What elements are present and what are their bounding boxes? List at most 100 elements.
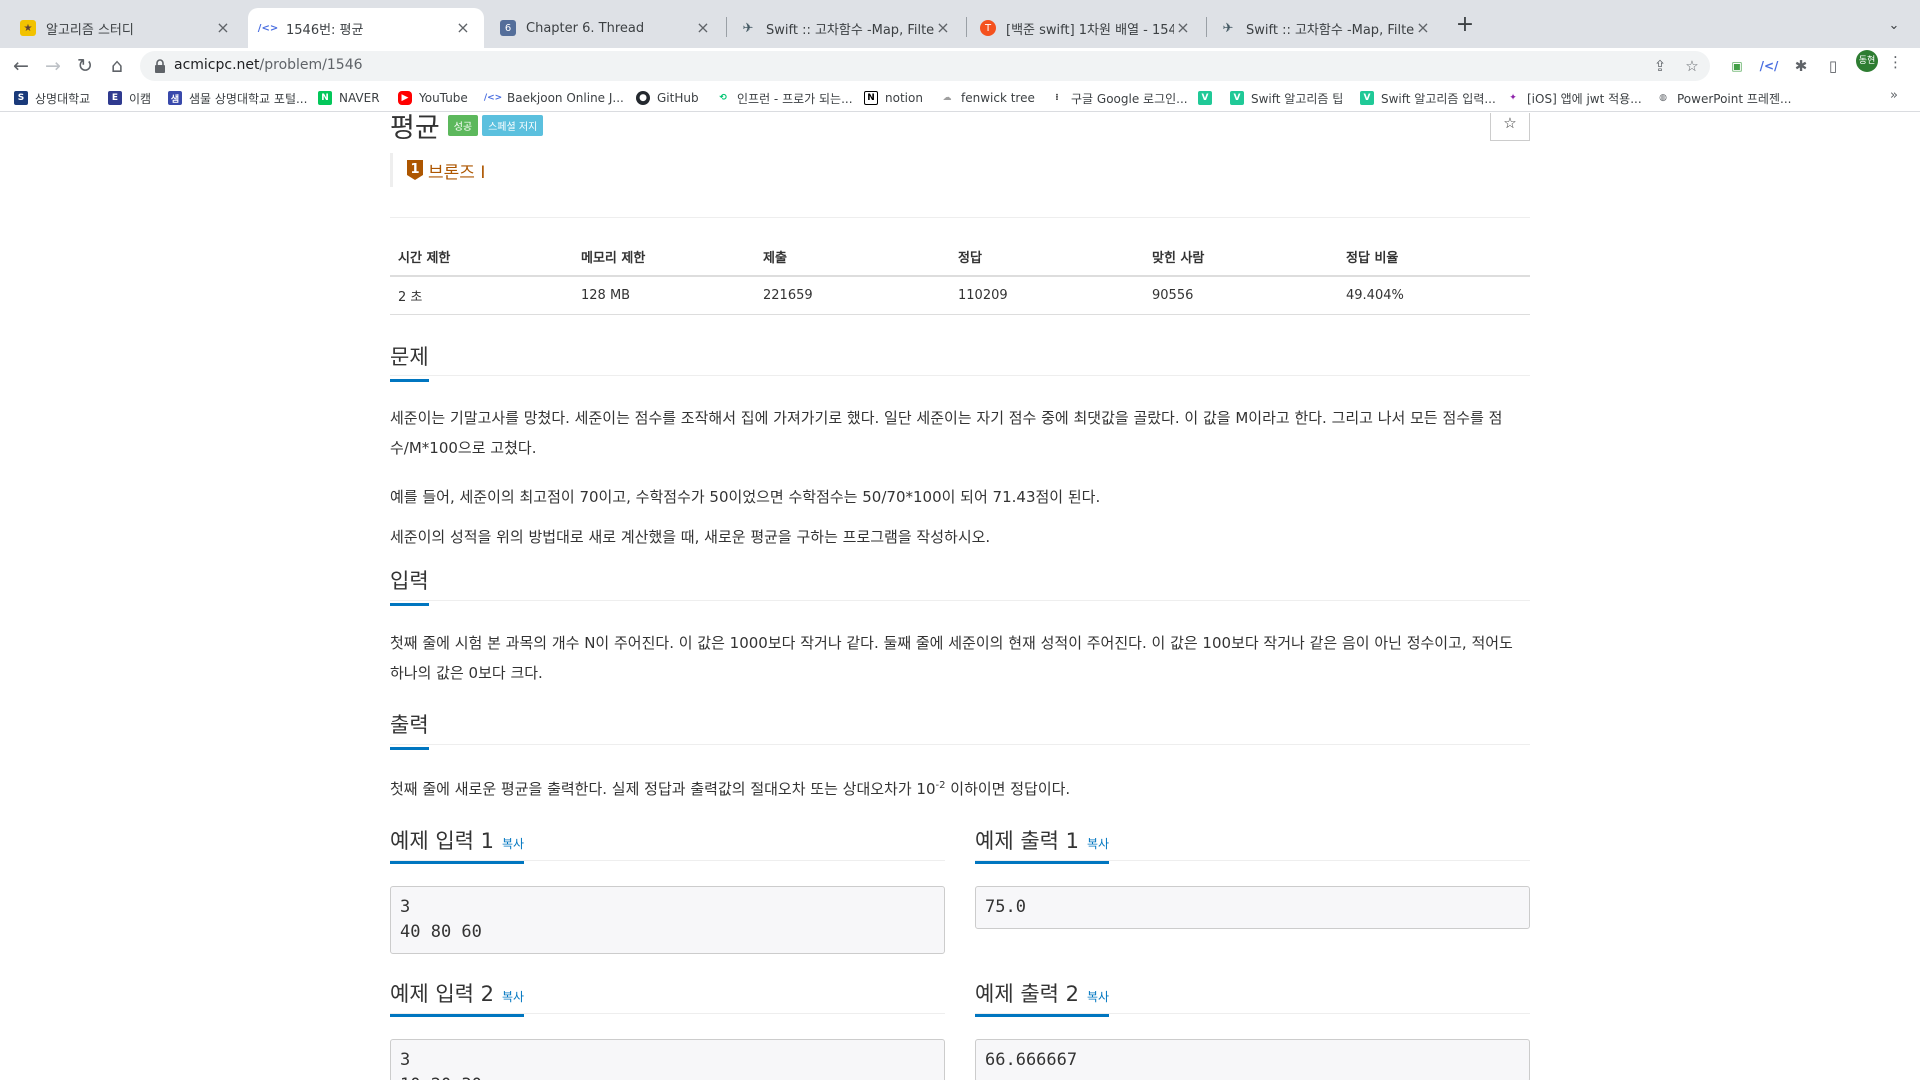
bookmark-label: Baekjoon Online J... [507,91,624,105]
bookmark-label: fenwick tree [961,91,1035,105]
page-title: 평균 [390,113,440,144]
sample-input-1-box[interactable]: 3 40 80 60 [390,886,945,954]
bookmark-item[interactable]: E 이캠 [108,89,151,107]
bookmark-item[interactable]: V Swift 알고리즘 입력... [1360,89,1496,107]
bookmark-item[interactable]: S 상명대학교 [14,89,90,107]
copy-link[interactable]: 복사 [1087,988,1109,1005]
extension-baekjoon-icon[interactable]: /</ [1759,56,1779,76]
close-icon[interactable]: × [934,19,952,37]
table-cell: 128 MB [573,276,755,315]
bookmark-item[interactable]: N NAVER [318,89,380,107]
bookmark-label: Swift 알고리즘 팁 [1251,91,1344,106]
naver-icon: N [318,91,332,105]
output-text: 이하이면 정답이다. [945,780,1071,798]
bookmark-item[interactable]: V Swift 알고리즘 팁 [1230,89,1343,107]
velog-icon: V [1198,91,1212,105]
google-dots-icon: ⁝ [1055,93,1059,103]
reload-icon[interactable]: ↻ [72,53,98,79]
tab-title: Swift :: 고차함수 -Map, Filter, Re [766,22,934,38]
sample-input-2-box[interactable]: 3 10 20 30 [390,1039,945,1080]
tab-title: 1546번: 평균 [286,22,364,38]
velog-icon: V [1360,91,1374,105]
extensions-puzzle-icon[interactable]: ✱ [1791,56,1811,76]
sample-title-text: 예제 입력 1 [390,829,494,853]
bookmark-item[interactable]: ⁝ 구글 Google 로그인... [1050,89,1187,107]
study-favicon: ★ [20,20,36,36]
bookmark-item[interactable]: ✦ [iOS] 앱에 jwt 적용... [1506,89,1641,107]
address-bar[interactable]: acmicpc.net/problem/1546 ⇪ ☆ [140,51,1710,81]
bookmark-label: 샘물 상명대학교 포털... [189,91,308,106]
bookmark-item[interactable]: ◍ PowerPoint 프레젠... [1656,89,1791,107]
close-icon[interactable]: × [694,19,712,37]
description-paragraph: 예를 들어, 세준이의 최고점이 70이고, 수학점수가 50이었으면 수학점수… [390,488,1101,506]
status-badge-special-judge: 스페셜 저지 [482,114,544,136]
bookmark-item[interactable]: ⟲ 인프런 - 프로가 되는... [716,89,852,107]
side-panel-icon[interactable]: ▯ [1823,56,1843,76]
close-icon[interactable]: × [214,19,232,37]
url-text: acmicpc.net/problem/1546 [174,57,363,73]
problem-header: 평균 성공 스페셜 저지 [390,113,547,144]
copy-link[interactable]: 복사 [1087,835,1109,852]
close-icon[interactable]: × [454,19,472,37]
bookmark-item[interactable]: Nnotion [864,89,923,107]
tab-title: [백준 swift] 1차원 배열 - 1546번, [1006,22,1174,38]
fenwick-icon: ☁ [942,93,952,103]
sample-output-1-title: 예제 출력 1 복사 [975,825,1110,864]
bookmark-item[interactable]: ▶ YouTube [398,89,468,107]
tab-swift-map-1[interactable]: ✈ Swift :: 고차함수 -Map, Filter, Re × [728,8,964,48]
smu-icon: S [14,91,28,105]
lock-icon [155,59,165,73]
close-icon[interactable]: × [1414,19,1432,37]
bookmark-star-icon[interactable]: ☆ [1682,56,1702,76]
new-tab-plus-icon[interactable]: + [1451,12,1479,40]
globe-icon: ◍ [1659,93,1667,103]
copy-link[interactable]: 복사 [502,835,524,852]
menu-kebab-icon[interactable]: ⋮ [1888,53,1903,71]
tier-label: 브론즈 I [428,162,486,183]
bookmark-item[interactable]: /<> Baekjoon Online J... [484,89,624,107]
tab-baekjoon-blog[interactable]: T [백준 swift] 1차원 배열 - 1546번, × [968,8,1204,48]
header-divider [390,217,1530,218]
share-icon[interactable]: ⇪ [1650,56,1670,76]
forward-arrow-icon[interactable]: → [40,53,66,79]
sample-output-1-box[interactable]: 75.0 [975,886,1530,929]
table-cell: 49.404% [1338,276,1530,315]
bookmark-item[interactable]: ☁ fenwick tree [940,89,1035,107]
profile-avatar[interactable]: 동현 [1856,50,1878,72]
bookmark-label: PowerPoint 프레젠... [1677,91,1792,106]
home-icon[interactable]: ⌂ [104,53,130,79]
tab-problem-1546[interactable]: /<> 1546번: 평균 × [248,8,484,48]
bookmark-label: Swift 알고리즘 입력... [1381,91,1496,106]
back-arrow-icon[interactable]: ← [8,53,34,79]
section-divider [390,600,1530,601]
notion-icon: N [864,91,878,105]
table-header: 정답 비율 [1338,238,1530,277]
tistory-favicon: T [980,20,996,36]
sample-divider [975,860,1530,861]
close-icon[interactable]: × [1174,19,1192,37]
bookmarks-overflow-icon[interactable]: » [1890,88,1898,103]
sample-divider [390,860,945,861]
bookmark-item[interactable]: 샘 샘물 상명대학교 포털... [168,89,307,107]
bookmark-item[interactable]: V [1198,89,1219,107]
sample-output-2-box[interactable]: 66.666667 [975,1039,1530,1080]
copy-link[interactable]: 복사 [502,988,524,1005]
tab-search-chevron-icon[interactable]: ⌄ [1882,14,1906,38]
table-row: 2 초 128 MB 221659 110209 90556 49.404% [390,276,1530,315]
table-header: 메모리 제한 [573,238,755,277]
inflearn-icon: ⟲ [719,93,727,103]
extension-green-icon[interactable]: ▣ [1727,56,1747,76]
output-text: 첫째 줄에 새로운 평균을 출력한다. 실제 정답과 출력값의 절대오차 또는 … [390,780,936,798]
favorite-star-button[interactable]: ☆ [1490,113,1530,141]
url-host: acmicpc.net [174,57,260,73]
sample-divider [975,1013,1530,1014]
tab-study[interactable]: ★ 알고리즘 스터디 × [8,8,244,48]
bronze-tier-icon: 1 [407,160,423,180]
bookmark-item[interactable]: ● GitHub [636,89,699,107]
tab-chapter6[interactable]: 6 Chapter 6. Thread × [488,8,724,48]
output-paragraph: 첫째 줄에 새로운 평균을 출력한다. 실제 정답과 출력값의 절대오차 또는 … [390,771,1530,804]
tab-swift-map-2[interactable]: ✈ Swift :: 고차함수 -Map, Filter, Re × [1208,8,1444,48]
swift-bird-favicon: ✈ [1222,20,1234,36]
section-divider [390,744,1530,745]
tab-separator [726,17,727,37]
